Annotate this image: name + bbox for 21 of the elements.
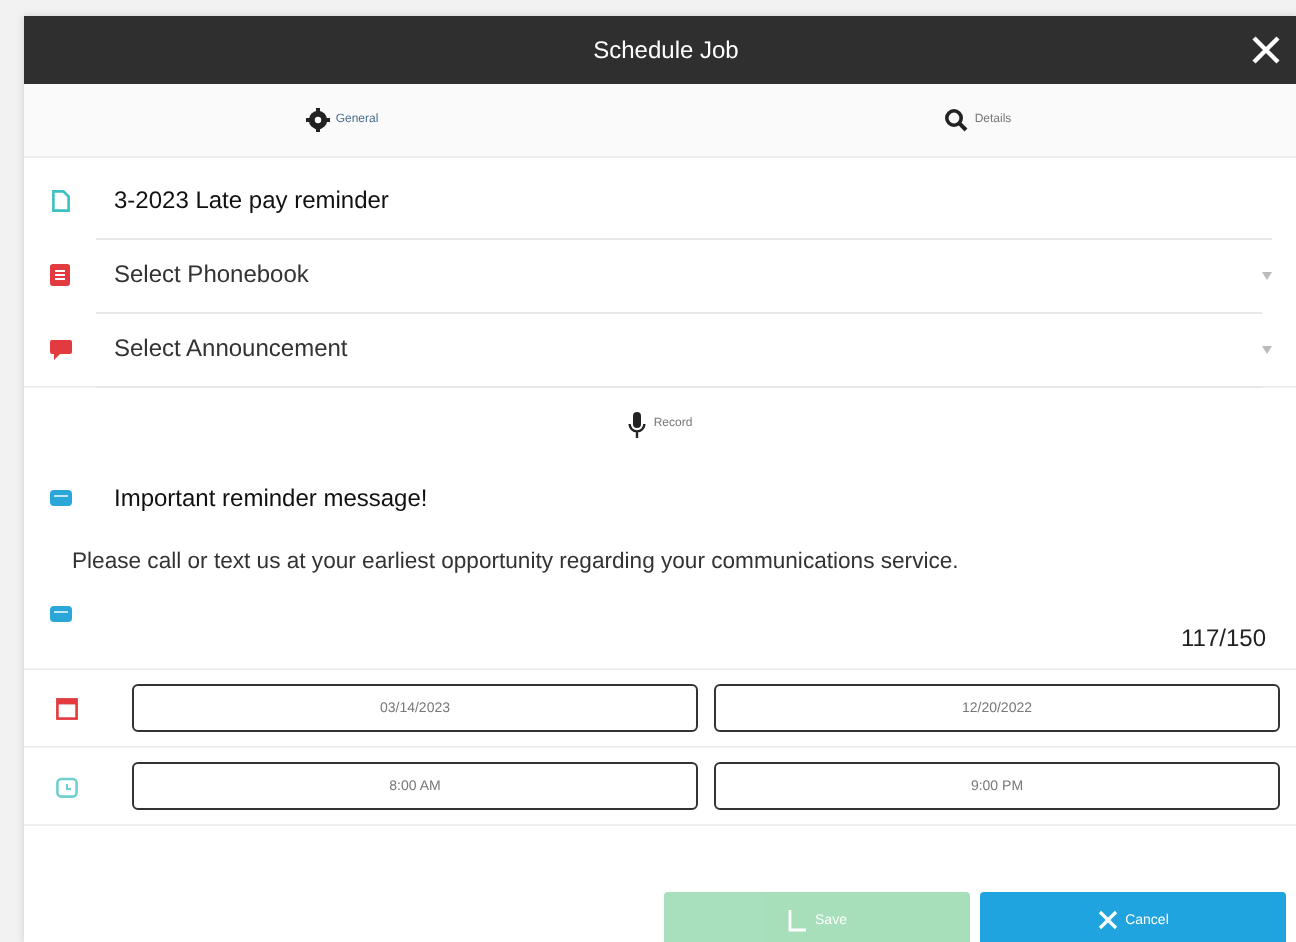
notebook-icon	[50, 264, 70, 286]
message-icon	[49, 490, 71, 506]
job-name-field[interactable]: 3-2023 Late pay reminder	[96, 163, 1272, 239]
select-dropdown[interactable]: Select Phonebook	[96, 237, 1262, 313]
document-icon	[51, 190, 69, 212]
clock-icon	[55, 775, 77, 797]
gear-icon	[305, 108, 330, 132]
speech-bubble-icon	[49, 339, 71, 359]
microphone-icon	[627, 411, 646, 437]
select-dropdown[interactable]: Select Announcement	[96, 311, 1262, 387]
message-field[interactable]: Please call or text us at your earliest opportunity regarding your communications service.	[72, 536, 1296, 574]
subject-field[interactable]: Important reminder message!	[96, 484, 428, 512]
calendar-icon	[55, 697, 77, 719]
window-title: Schedule Job	[591, 36, 741, 64]
dropdown-icon	[1262, 345, 1272, 353]
search-icon	[944, 108, 969, 132]
message-icon	[49, 606, 71, 622]
cancel-icon	[1097, 910, 1118, 930]
close-icon[interactable]	[1252, 36, 1280, 64]
dropdown-icon	[1262, 271, 1272, 279]
character-counter: 117/150	[1181, 624, 1268, 656]
